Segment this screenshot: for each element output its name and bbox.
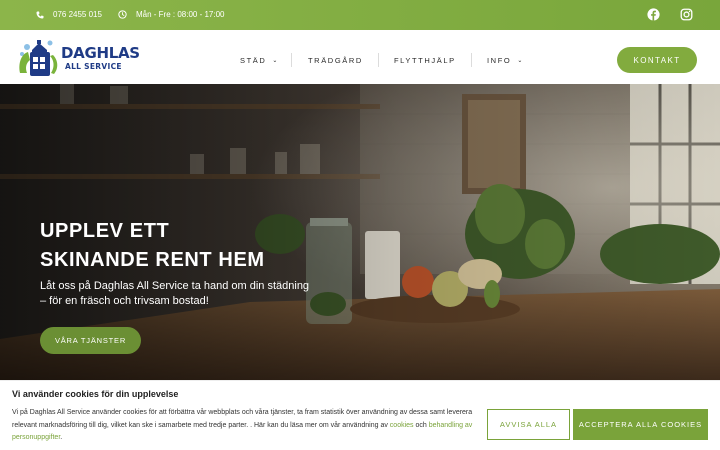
cookies-link[interactable]: cookies [390, 422, 414, 429]
nav-item-info[interactable]: INFO ⌄ [487, 56, 524, 65]
clock-icon [118, 10, 127, 19]
logo-name: DAGHLAS [61, 44, 140, 62]
nav-item-label: FLYTTHJÄLP [394, 56, 456, 65]
nav-divider [291, 53, 292, 67]
hero-title-line-1: UPPLEV ETT [40, 220, 170, 242]
chevron-down-icon: ⌄ [272, 58, 280, 64]
nav-item-stad[interactable]: STÄD ⌄ [240, 56, 279, 65]
opening-hours: Mån - Fre : 08:00 - 17:00 [118, 10, 225, 19]
hero-title-line-2: SKINANDE RENT HEM [40, 249, 265, 271]
top-bar: 076 2455 015 Mån - Fre : 08:00 - 17:00 [0, 0, 720, 30]
site-logo[interactable]: DAGHLAS ALL SERVICE [17, 37, 140, 79]
facebook-icon [647, 8, 660, 21]
logo-house-icon [19, 40, 58, 76]
instagram-link[interactable] [680, 8, 693, 21]
accept-all-cookies-button[interactable]: ACCEPTERA ALLA COOKIES [573, 409, 708, 440]
phone-contact[interactable]: 076 2455 015 [36, 10, 102, 19]
nav-item-label: TRÄDGÅRD [308, 56, 363, 65]
nav-item-tradgard[interactable]: TRÄDGÅRD [308, 56, 363, 65]
cookie-text-end: . [60, 434, 63, 441]
our-services-button[interactable]: VÅRA TJÄNSTER [40, 327, 141, 354]
hero-description: Låt oss på Daghlas All Service ta hand o… [40, 280, 310, 307]
reject-all-button[interactable]: AVVISA ALLA [487, 409, 570, 440]
hero-section: UPPLEV ETT SKINANDE RENT HEM Låt oss på … [0, 84, 720, 380]
instagram-icon [680, 8, 693, 21]
hero-title: UPPLEV ETT SKINANDE RENT HEM [40, 217, 340, 275]
facebook-link[interactable] [647, 8, 660, 21]
nav-divider [471, 53, 472, 67]
nav-item-label: INFO [487, 56, 512, 65]
nav-divider [378, 53, 379, 67]
nav-item-label: STÄD [240, 56, 267, 65]
nav-item-flytthjalp[interactable]: FLYTTHJÄLP [394, 56, 456, 65]
cookie-text-mid: och [413, 421, 429, 429]
chevron-down-icon: ⌄ [517, 58, 524, 64]
phone-number: 076 2455 015 [53, 10, 102, 19]
contact-button[interactable]: KONTAKT [617, 47, 697, 73]
phone-icon [36, 11, 44, 18]
logo-subtitle: ALL SERVICE [65, 62, 122, 71]
cookie-title: Vi använder cookies för din upplevelse [12, 389, 179, 399]
cookie-description: Vi på Daghlas All Service använder cooki… [12, 407, 482, 445]
site-header: DAGHLAS ALL SERVICE STÄD ⌄ TRÄDGÅRD FLYT… [0, 30, 720, 84]
cookie-banner: Vi använder cookies för din upplevelse V… [0, 380, 720, 450]
opening-hours-text: Mån - Fre : 08:00 - 17:00 [136, 10, 225, 19]
